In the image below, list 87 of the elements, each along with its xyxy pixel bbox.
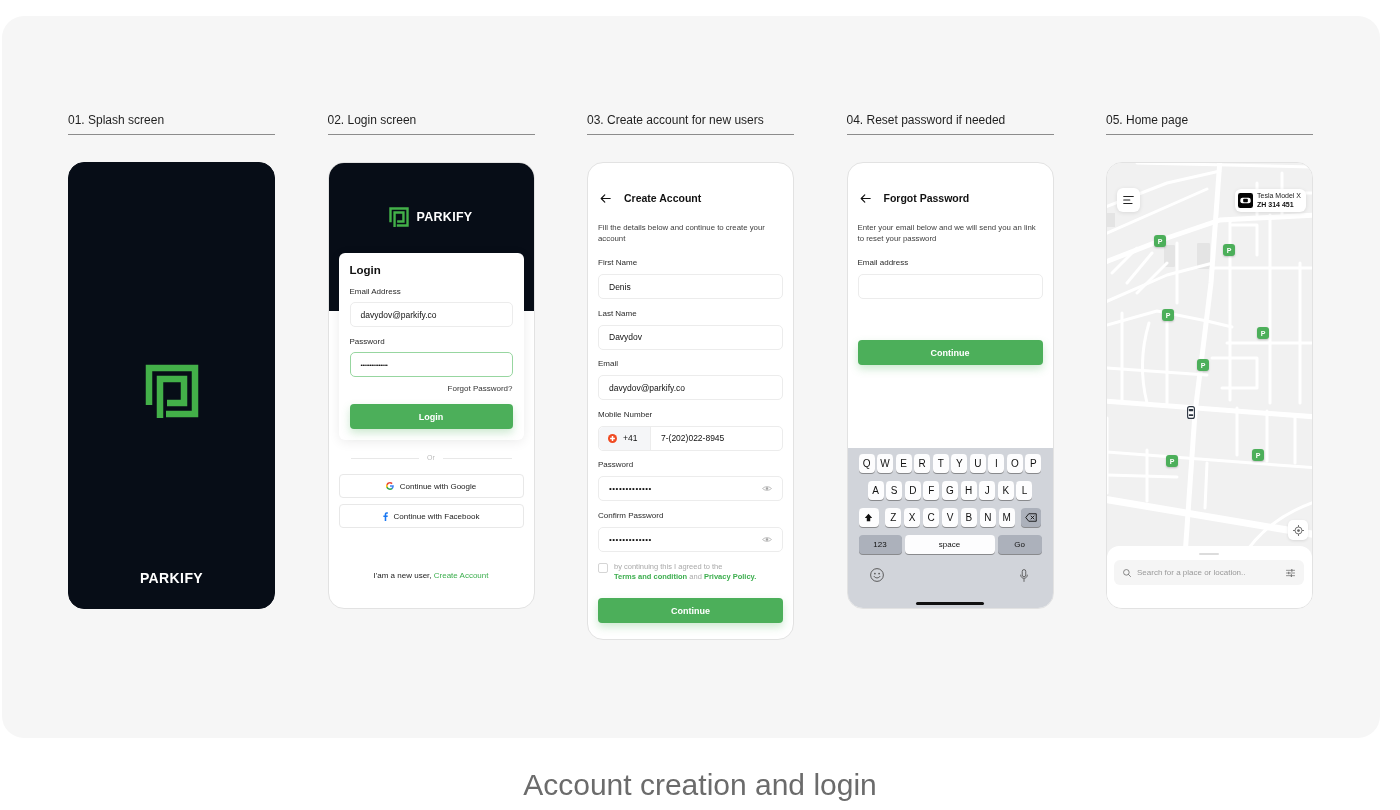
menu-button[interactable]: [1117, 188, 1140, 212]
flag-icon: [608, 433, 617, 443]
search-icon: [1123, 568, 1131, 577]
field-label: Email Address: [349, 287, 402, 297]
car-icon: [1187, 406, 1195, 419]
back-arrow-icon[interactable]: [859, 193, 871, 203]
signup-prompt: I'am a new user, Create Account: [372, 571, 490, 581]
brand-name: PARKIFY: [139, 570, 204, 586]
space-key[interactable]: space: [904, 535, 995, 554]
keyboard-key[interactable]: Y: [951, 454, 968, 473]
section-heading: 05. Home page: [1106, 113, 1313, 135]
keyboard-key[interactable]: G: [941, 481, 959, 500]
back-arrow-icon[interactable]: [600, 193, 611, 203]
eye-icon[interactable]: [762, 486, 772, 491]
drag-handle[interactable]: [1199, 553, 1219, 555]
keyboard-key[interactable]: X: [903, 508, 921, 527]
menu-icon: [1123, 196, 1134, 204]
keyboard-key[interactable]: K: [997, 481, 1014, 500]
field-label: First Name: [598, 258, 639, 268]
facebook-icon: [382, 511, 388, 521]
field-label: Confirm Password: [598, 510, 665, 521]
keyboard-key[interactable]: V: [941, 508, 959, 527]
input-field[interactable]: davydov@parkify.co: [349, 302, 513, 327]
input-field[interactable]: Denis: [598, 274, 783, 299]
logo-icon: [389, 207, 410, 227]
field-label: Password: [349, 337, 386, 347]
eye-icon[interactable]: [762, 536, 772, 542]
country-code-selector[interactable]: +41: [599, 426, 651, 450]
agree-checkbox[interactable]: [598, 562, 608, 573]
brand-name: PARKIFY: [416, 210, 473, 224]
field-label: Mobile Number: [598, 409, 654, 420]
keyboard-key[interactable]: C: [922, 508, 940, 527]
microphone-icon[interactable]: [1019, 568, 1028, 582]
logo-icon: [144, 363, 199, 418]
keyboard-key[interactable]: A: [867, 481, 884, 500]
google-icon: [385, 482, 394, 490]
input-field[interactable]: davydov@parkify.co: [598, 375, 783, 400]
keyboard-key[interactable]: L: [1016, 481, 1033, 500]
section-heading: 03. Create account for new users: [587, 113, 794, 135]
shift-arrow-icon: [864, 512, 873, 522]
forgot-password-link[interactable]: Forgot Password?: [447, 384, 513, 394]
keyboard-key[interactable]: N: [979, 508, 997, 527]
shift-key[interactable]: [858, 508, 879, 527]
filter-icon[interactable]: [1286, 568, 1295, 577]
section-heading: 01. Splash screen: [68, 113, 275, 135]
keyboard-key[interactable]: E: [895, 454, 912, 473]
facebook-sign-in-button[interactable]: Continue with Facebook: [338, 504, 524, 528]
password-field[interactable]: •••••••••••••: [598, 526, 783, 552]
keyboard-key[interactable]: Z: [885, 508, 902, 527]
keyboard-key[interactable]: W: [877, 454, 894, 473]
smiley-icon[interactable]: [869, 568, 884, 582]
screen-title: Forgot Password: [883, 192, 970, 204]
keyboard-key[interactable]: O: [1006, 454, 1023, 473]
keyboard-key[interactable]: R: [914, 454, 931, 473]
keyboard-key[interactable]: Q: [858, 454, 875, 473]
backspace-icon: [1025, 512, 1038, 522]
keyboard-key[interactable]: D: [904, 481, 921, 500]
section-heading: 02. Login screen: [327, 113, 535, 135]
keyboard-key[interactable]: B: [960, 508, 978, 527]
home-indicator: [916, 602, 984, 605]
backspace-key[interactable]: [1021, 508, 1042, 527]
page-caption: Account creation and login: [522, 767, 878, 803]
keyboard-key[interactable]: J: [979, 481, 996, 500]
keyboard-key[interactable]: 123: [858, 535, 902, 554]
password-field[interactable]: •••••••••••••: [598, 476, 783, 501]
keyboard-key[interactable]: T: [932, 454, 949, 473]
keyboard-key[interactable]: M: [998, 508, 1015, 527]
car-icon: [1238, 193, 1254, 208]
keyboard-key[interactable]: I: [988, 454, 1005, 473]
crosshair-icon: [1292, 524, 1304, 536]
card-title: Login: [349, 263, 382, 277]
locate-button[interactable]: [1288, 520, 1308, 540]
field-label: Last Name: [598, 308, 638, 319]
keyboard-key[interactable]: S: [886, 481, 903, 500]
keyboard-key[interactable]: F: [923, 481, 940, 500]
google-sign-in-button[interactable]: Continue with Google: [338, 474, 524, 498]
field-label: Email: [598, 359, 619, 369]
field-label: Password: [598, 460, 635, 470]
phone-field[interactable]: +41 7-(202)022-8945: [598, 425, 783, 451]
section-heading: 04. Reset password if needed: [846, 113, 1054, 135]
go-key[interactable]: Go: [997, 535, 1042, 554]
keyboard-key[interactable]: U: [969, 454, 986, 473]
input-field[interactable]: Davydov: [598, 324, 783, 350]
field-label: Email address: [857, 258, 910, 268]
screen-title: Create Account: [624, 192, 702, 204]
keyboard-key[interactable]: P: [1025, 454, 1042, 473]
keyboard-key[interactable]: H: [960, 481, 977, 500]
